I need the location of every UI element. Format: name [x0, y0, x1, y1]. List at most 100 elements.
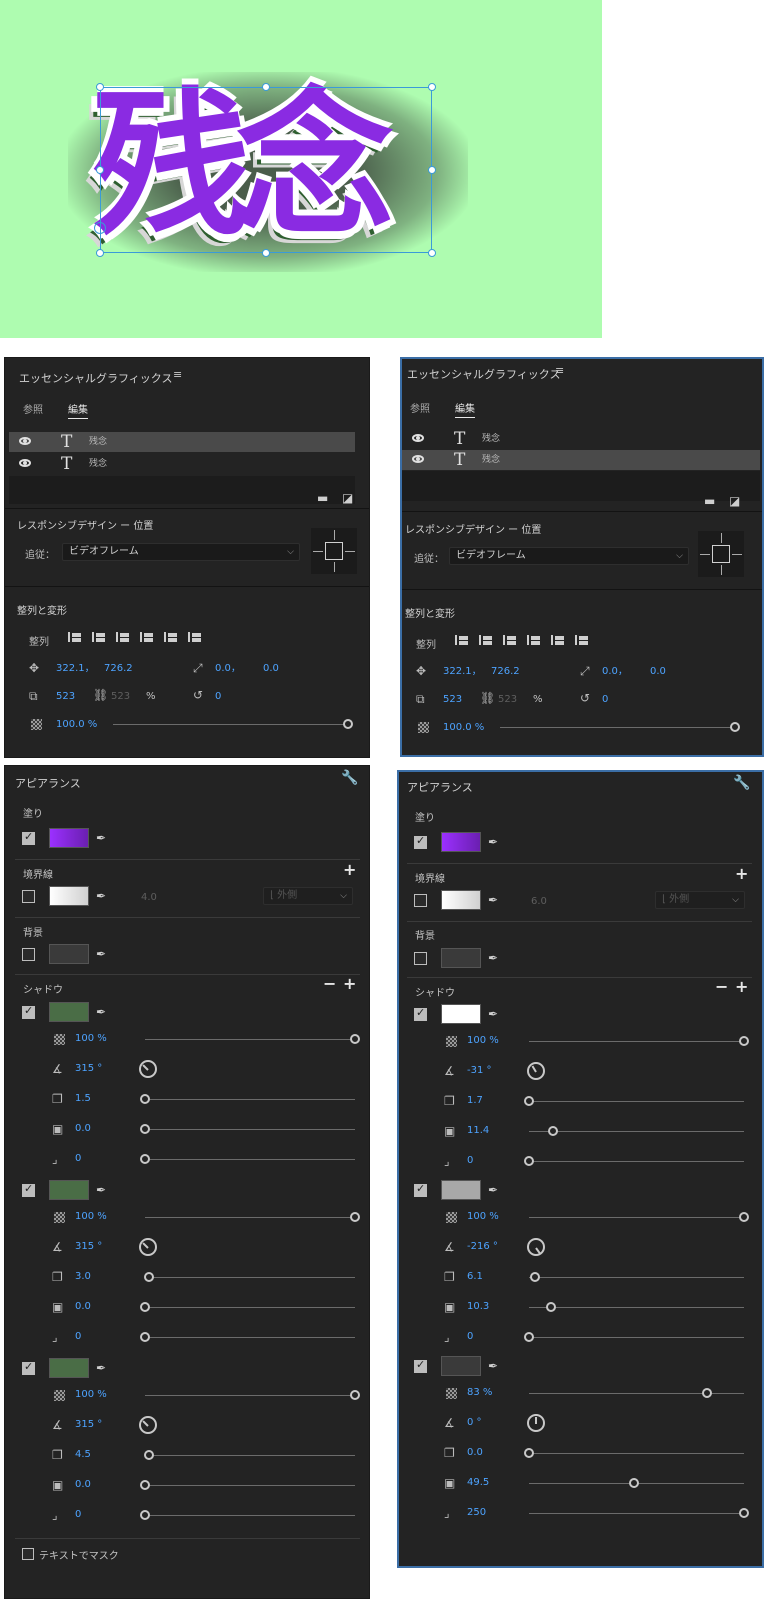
shadow-distance-slider-track[interactable]	[529, 1453, 744, 1454]
align-right-icon[interactable]	[503, 633, 517, 647]
layer-row[interactable]: T 残念	[402, 450, 760, 470]
angle-dial[interactable]	[139, 1416, 157, 1434]
shadow-blur-slider-track[interactable]	[529, 1513, 744, 1514]
shadow-blur-value[interactable]: 0	[467, 1330, 473, 1344]
eyedropper-icon[interactable]: ✒	[96, 889, 110, 903]
chain-link-icon[interactable]: ⛓	[93, 688, 108, 702]
shadow-size-slider-track[interactable]	[529, 1131, 744, 1132]
align-left-icon[interactable]	[455, 633, 469, 647]
shadow-blur-slider-track[interactable]	[145, 1159, 355, 1160]
shadow-opacity-slider-track[interactable]	[145, 1217, 355, 1218]
shadow-size-slider-knob[interactable]	[547, 1126, 558, 1136]
shadow-opacity-slider-knob[interactable]	[350, 1212, 360, 1222]
shadow-size-slider-track[interactable]	[145, 1485, 355, 1486]
fill-checkbox[interactable]	[22, 830, 35, 845]
shadow-blur-slider-track[interactable]	[145, 1515, 355, 1516]
shadow-size-slider-knob[interactable]	[140, 1124, 150, 1134]
stroke-checkbox[interactable]	[414, 894, 427, 907]
hamburger-icon[interactable]: ≡	[173, 368, 182, 381]
layer-row[interactable]: T 残念	[9, 454, 355, 474]
align-top-icon[interactable]	[527, 633, 541, 647]
shadow-distance-slider-track[interactable]	[145, 1099, 355, 1100]
fill-checkbox[interactable]	[414, 834, 427, 849]
hamburger-icon[interactable]: ≡	[555, 364, 564, 377]
tab-browse[interactable]: 参照	[23, 401, 43, 416]
align-left-icon[interactable]	[68, 630, 82, 644]
shadow-color-swatch[interactable]	[441, 1356, 481, 1376]
shadow-distance-value[interactable]: 1.7	[467, 1094, 483, 1108]
pin-to-edges-widget[interactable]	[311, 528, 357, 574]
position-x[interactable]: 322.1，	[443, 665, 482, 679]
position-x[interactable]: 322.1，	[56, 662, 95, 676]
shadow-distance-slider-knob[interactable]	[144, 1272, 155, 1282]
eyedropper-icon[interactable]: ✒	[488, 893, 502, 907]
shadow-distance-value[interactable]: 6.1	[467, 1270, 483, 1284]
shadow-size-value[interactable]: 0.0	[75, 1478, 91, 1492]
shadow-distance-value[interactable]: 3.0	[75, 1270, 91, 1284]
eye-icon[interactable]	[19, 459, 31, 467]
background-checkbox[interactable]	[414, 952, 427, 965]
shadow-checkbox[interactable]	[22, 1360, 35, 1375]
shadow-opacity-slider-track[interactable]	[145, 1039, 355, 1040]
stroke-checkbox[interactable]	[22, 890, 35, 903]
scale-value[interactable]: 523	[56, 690, 75, 704]
shadow-opacity-slider-track[interactable]	[529, 1217, 744, 1218]
shadow-size-value[interactable]: 0.0	[75, 1122, 91, 1136]
shadow-distance-value[interactable]: 0.0	[467, 1446, 483, 1460]
shadow-distance-slider-track[interactable]	[529, 1101, 744, 1102]
angle-dial[interactable]	[527, 1062, 545, 1080]
angle-dial[interactable]	[527, 1414, 545, 1432]
rotation-value[interactable]: 0	[602, 693, 608, 707]
align-bottom-icon[interactable]	[575, 633, 589, 647]
shadow-distance-value[interactable]: 4.5	[75, 1448, 91, 1462]
layer-row[interactable]: T 残念	[9, 432, 355, 452]
align-center-v-icon[interactable]	[164, 630, 178, 644]
stroke-color-swatch[interactable]	[441, 890, 481, 910]
resize-handle-bottom-right[interactable]	[428, 249, 436, 257]
shadow-distance-slider-track[interactable]	[529, 1277, 744, 1278]
shadow-blur-slider-track[interactable]	[529, 1161, 744, 1162]
shadow-size-value[interactable]: 49.5	[467, 1476, 489, 1490]
align-top-icon[interactable]	[140, 630, 154, 644]
wrench-icon[interactable]: 🔧	[733, 775, 750, 791]
shadow-blur-slider-track[interactable]	[145, 1337, 355, 1338]
align-bottom-icon[interactable]	[188, 630, 202, 644]
eyedropper-icon[interactable]: ✒	[488, 1183, 502, 1197]
shadow-color-swatch[interactable]	[49, 1002, 89, 1022]
anchor-x[interactable]: 0.0，	[215, 662, 241, 676]
add-stroke-icon[interactable]: +	[343, 862, 356, 878]
shadow-color-swatch[interactable]	[441, 1180, 481, 1200]
add-shadow-icon[interactable]: +	[735, 979, 748, 995]
shadow-opacity-value[interactable]: 100 %	[467, 1210, 499, 1224]
shadow-angle-value[interactable]: 315 °	[75, 1240, 102, 1254]
shadow-distance-slider-knob[interactable]	[530, 1272, 541, 1282]
shadow-blur-slider-knob[interactable]	[524, 1332, 534, 1342]
eyedropper-icon[interactable]: ✒	[488, 1007, 502, 1021]
anchor-x[interactable]: 0.0，	[602, 665, 628, 679]
eyedropper-icon[interactable]: ✒	[96, 1005, 110, 1019]
background-checkbox[interactable]	[22, 948, 35, 961]
shadow-blur-value[interactable]: 0	[75, 1152, 81, 1166]
opacity-slider-knob[interactable]	[730, 722, 740, 732]
shadow-color-swatch[interactable]	[49, 1180, 89, 1200]
align-center-v-icon[interactable]	[551, 633, 565, 647]
shadow-distance-slider-track[interactable]	[145, 1277, 355, 1278]
shadow-opacity-value[interactable]: 100 %	[75, 1388, 107, 1402]
scale-value[interactable]: 523	[443, 693, 462, 707]
follow-dropdown[interactable]: ビデオフレーム ⌵	[449, 547, 689, 565]
resize-handle-right[interactable]	[428, 166, 436, 174]
resize-handle-bottom[interactable]	[262, 249, 270, 257]
shadow-angle-value[interactable]: -216 °	[467, 1240, 498, 1254]
new-group-folder-icon[interactable]: ▬	[704, 495, 718, 507]
shadow-blur-slider-knob[interactable]	[140, 1510, 150, 1520]
shadow-blur-value[interactable]: 0	[75, 1330, 81, 1344]
shadow-checkbox[interactable]	[414, 1006, 427, 1021]
position-y[interactable]: 726.2	[104, 662, 133, 676]
shadow-blur-slider-knob[interactable]	[524, 1156, 534, 1166]
shadow-distance-slider-knob[interactable]	[524, 1096, 534, 1106]
background-color-swatch[interactable]	[441, 948, 481, 968]
remove-shadow-icon[interactable]: −	[715, 979, 728, 995]
shadow-opacity-value[interactable]: 100 %	[75, 1210, 107, 1224]
shadow-color-swatch[interactable]	[49, 1358, 89, 1378]
opacity-value[interactable]: 100.0 %	[443, 721, 484, 735]
